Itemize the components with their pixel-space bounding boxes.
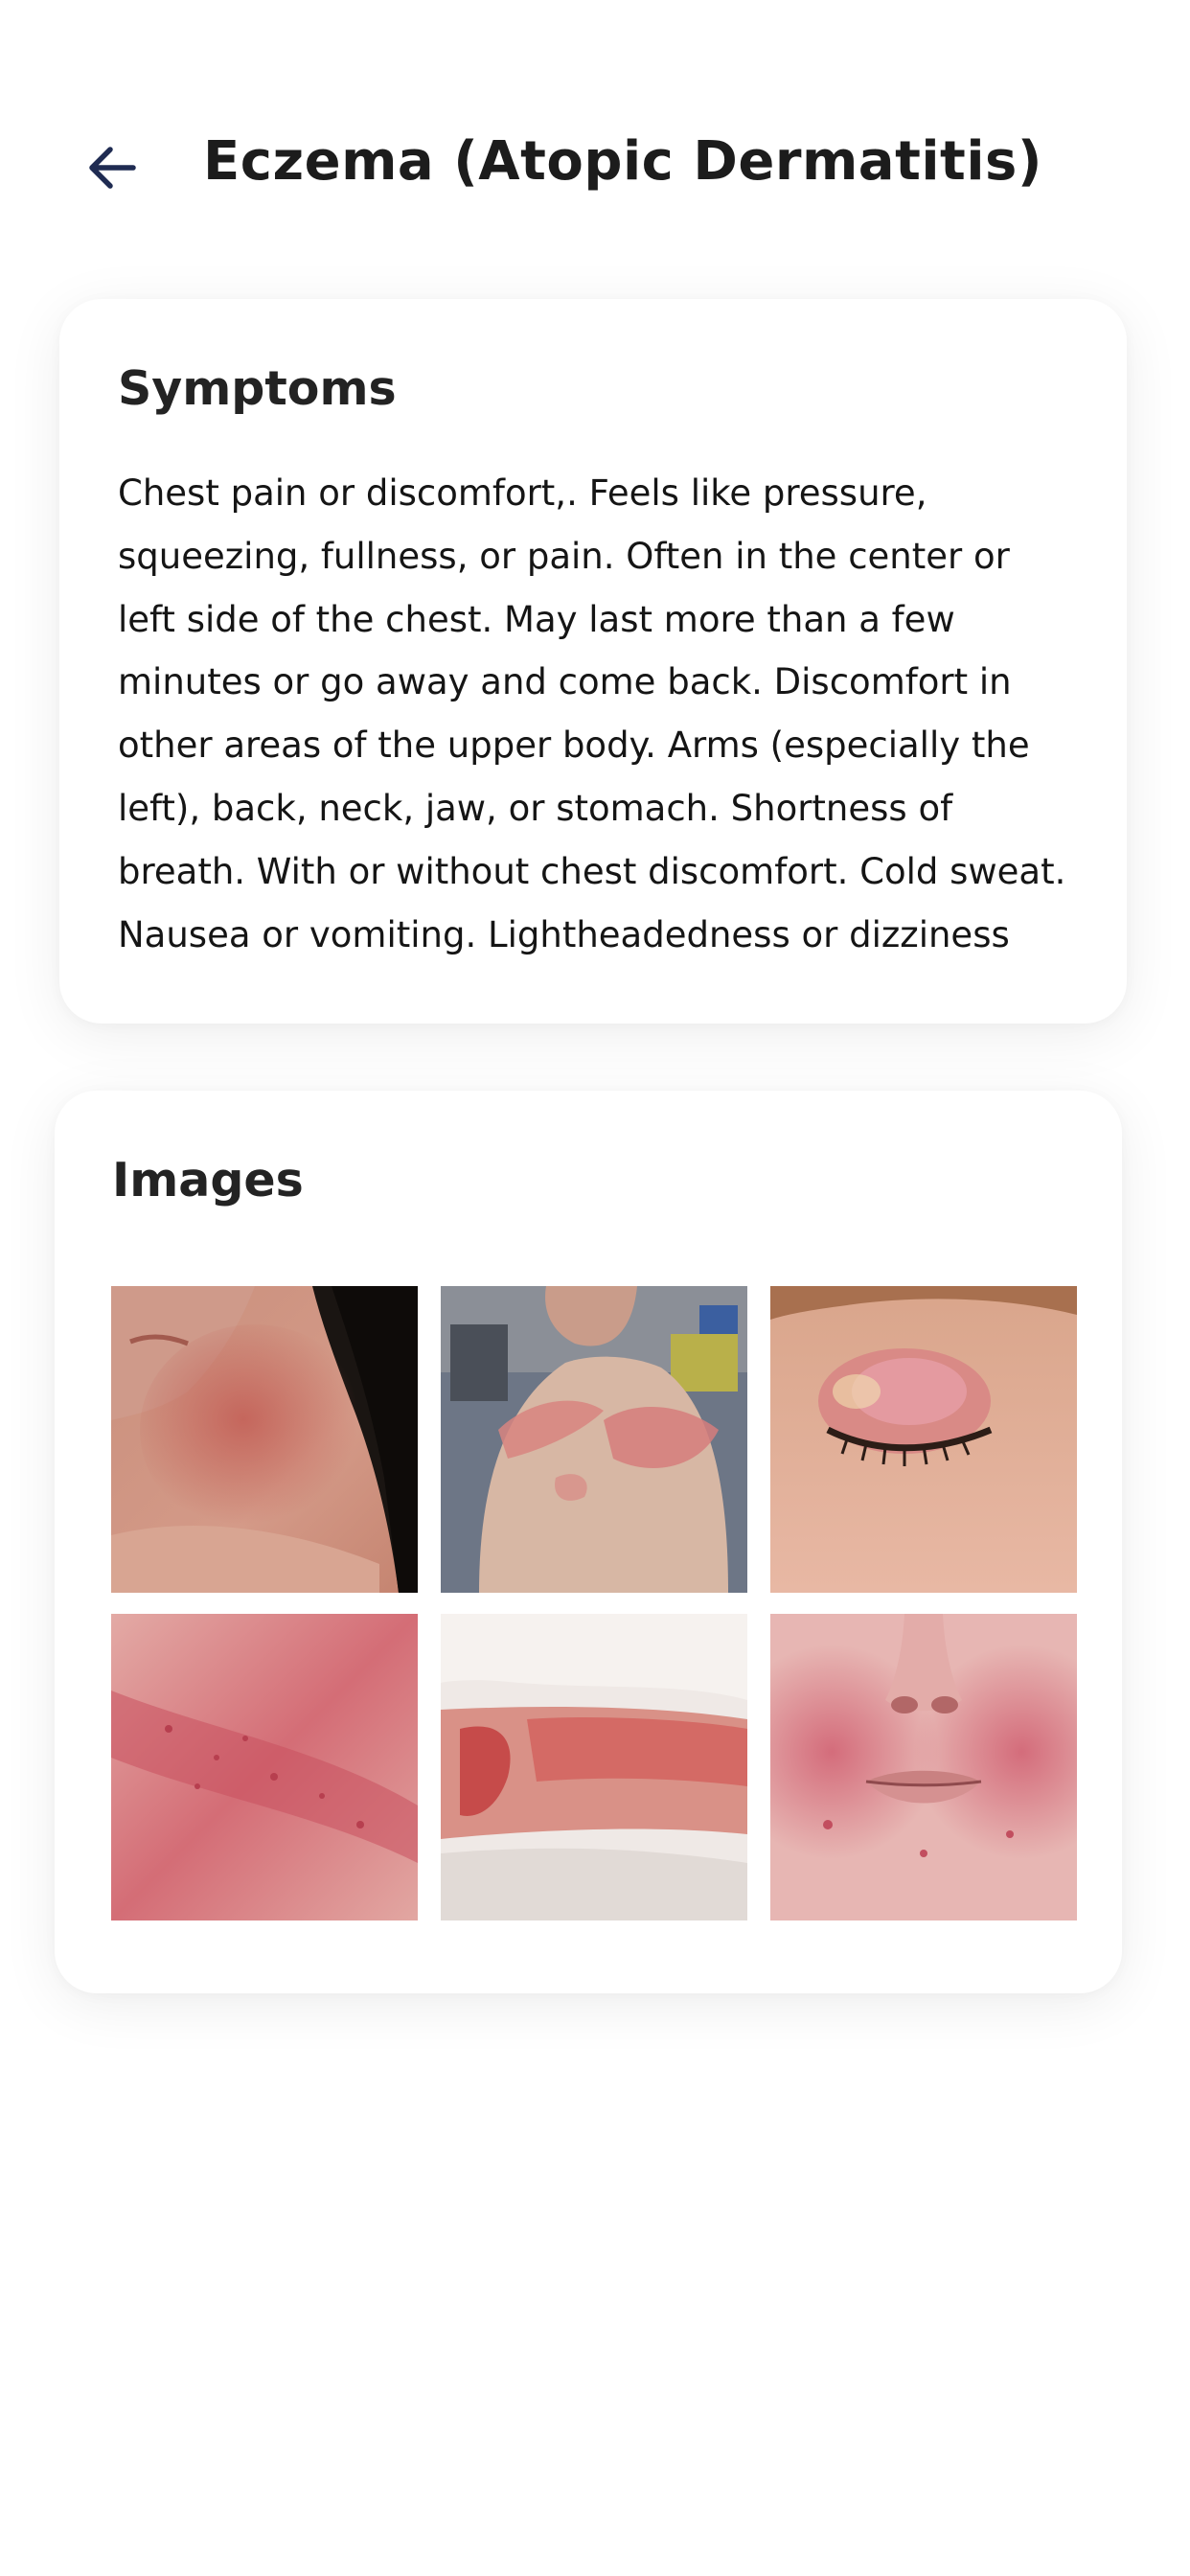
- page-title: Eczema (Atopic Dermatitis): [203, 130, 1042, 193]
- images-heading: Images: [112, 1153, 304, 1208]
- skin-closeup-rash-photo: [111, 1614, 418, 1920]
- image-thumbnail-skin-closeup-rash[interactable]: [111, 1614, 418, 1920]
- back-rash-photo: [441, 1286, 747, 1593]
- image-grid: [111, 1286, 1077, 1920]
- image-thumbnail-back-rash[interactable]: [441, 1286, 747, 1593]
- neck-rash-photo: [111, 1286, 418, 1593]
- image-thumbnail-neck-rash[interactable]: [111, 1286, 418, 1593]
- image-thumbnail-eyelid-rash[interactable]: [770, 1286, 1077, 1593]
- symptoms-text: Chest pain or discomfort,. Feels like pr…: [118, 472, 1066, 955]
- symptoms-card: Symptoms Chest pain or discomfort,. Feel…: [59, 299, 1127, 1024]
- eyelid-rash-photo: [770, 1286, 1077, 1593]
- image-thumbnail-face-rash[interactable]: [770, 1614, 1077, 1920]
- symptoms-heading: Symptoms: [118, 361, 397, 416]
- arm-rash-photo: [441, 1614, 747, 1920]
- images-card: Images: [55, 1091, 1122, 1993]
- image-thumbnail-arm-rash[interactable]: [441, 1614, 747, 1920]
- face-rash-photo: [770, 1614, 1077, 1920]
